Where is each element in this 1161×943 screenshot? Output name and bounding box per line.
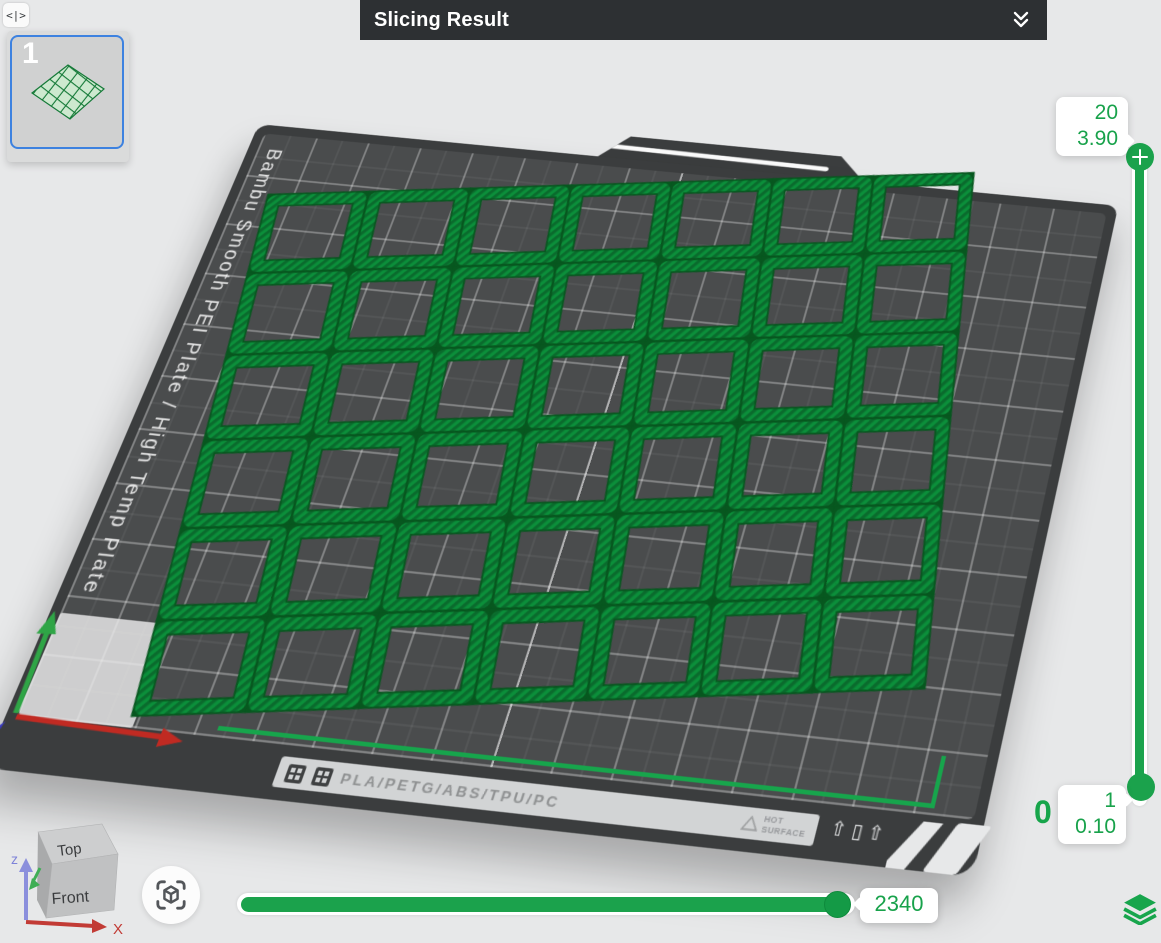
top-layer-height: 3.90 — [1066, 126, 1118, 152]
layer-slider-bottom-tooltip: 1 0.10 — [1058, 785, 1126, 844]
axis-zero-label: 0 — [1034, 794, 1052, 831]
build-plate-3d[interactable]: Bambu Smooth PEI Plate / High Temp Plate… — [17, 133, 1107, 819]
cube-front-face[interactable] — [46, 854, 118, 918]
sliced-objects-layer — [17, 133, 1107, 819]
y-axis-arrow — [12, 628, 51, 713]
move-slider-value: 2340 — [868, 891, 930, 918]
move-slider-fill — [241, 897, 837, 912]
bottom-layer-number: 1 — [1068, 788, 1116, 814]
layer-slider-bottom-handle[interactable] — [1127, 773, 1155, 801]
move-slider-track[interactable] — [237, 893, 855, 915]
qr-code-icon — [311, 766, 335, 786]
slicing-result-header: Slicing Result — [360, 0, 1047, 40]
orientation-cube-graphic: Top Front z X — [4, 820, 138, 938]
top-layer-number: 20 — [1066, 100, 1118, 126]
move-slider-handle[interactable] — [824, 891, 851, 918]
chevron-double-down-icon — [1009, 8, 1033, 32]
cube-top-label: Top — [56, 840, 82, 860]
layer-slider-fill — [1135, 150, 1144, 800]
sliced-object-frames — [141, 179, 967, 709]
x-axis-line — [26, 922, 94, 926]
plate-thumbnail-selected: 1 — [10, 35, 124, 149]
plate-preview-lattice — [30, 63, 106, 121]
x-axis-label: X — [113, 921, 123, 938]
plate-number: 1 — [22, 37, 39, 71]
layer-slider-top-tooltip: 20 3.90 — [1056, 97, 1128, 156]
panel-toggle-button[interactable]: <|> — [3, 3, 29, 27]
plate-thumbnail-card[interactable]: 1 — [7, 31, 129, 162]
layer-slider-track[interactable] — [1132, 144, 1147, 806]
qr-code-icon — [283, 763, 307, 783]
collapse-panel-button[interactable] — [1009, 8, 1033, 32]
orientation-cube[interactable]: Top Front z X — [4, 820, 138, 943]
layers-icon — [1122, 893, 1158, 925]
warning-triangle-icon — [740, 815, 761, 832]
page-title: Slicing Result — [374, 9, 509, 32]
move-slider-tooltip: 2340 — [860, 888, 938, 923]
layer-slider-top-handle[interactable] — [1126, 143, 1154, 171]
fit-view-button[interactable] — [142, 866, 200, 924]
panel-toggle-glyph: <|> — [6, 9, 26, 22]
x-axis-arrowhead — [92, 919, 107, 933]
hot-surface-warning: HOT SURFACE — [739, 813, 809, 839]
fit-view-icon — [155, 879, 187, 911]
hot-surface-text: HOT SURFACE — [760, 815, 809, 839]
z-axis-arrowhead — [19, 858, 33, 872]
layers-mode-button[interactable] — [1122, 893, 1158, 925]
cube-front-label: Front — [51, 888, 90, 908]
z-axis-label: z — [11, 851, 18, 867]
bottom-layer-height: 0.10 — [1068, 814, 1116, 840]
